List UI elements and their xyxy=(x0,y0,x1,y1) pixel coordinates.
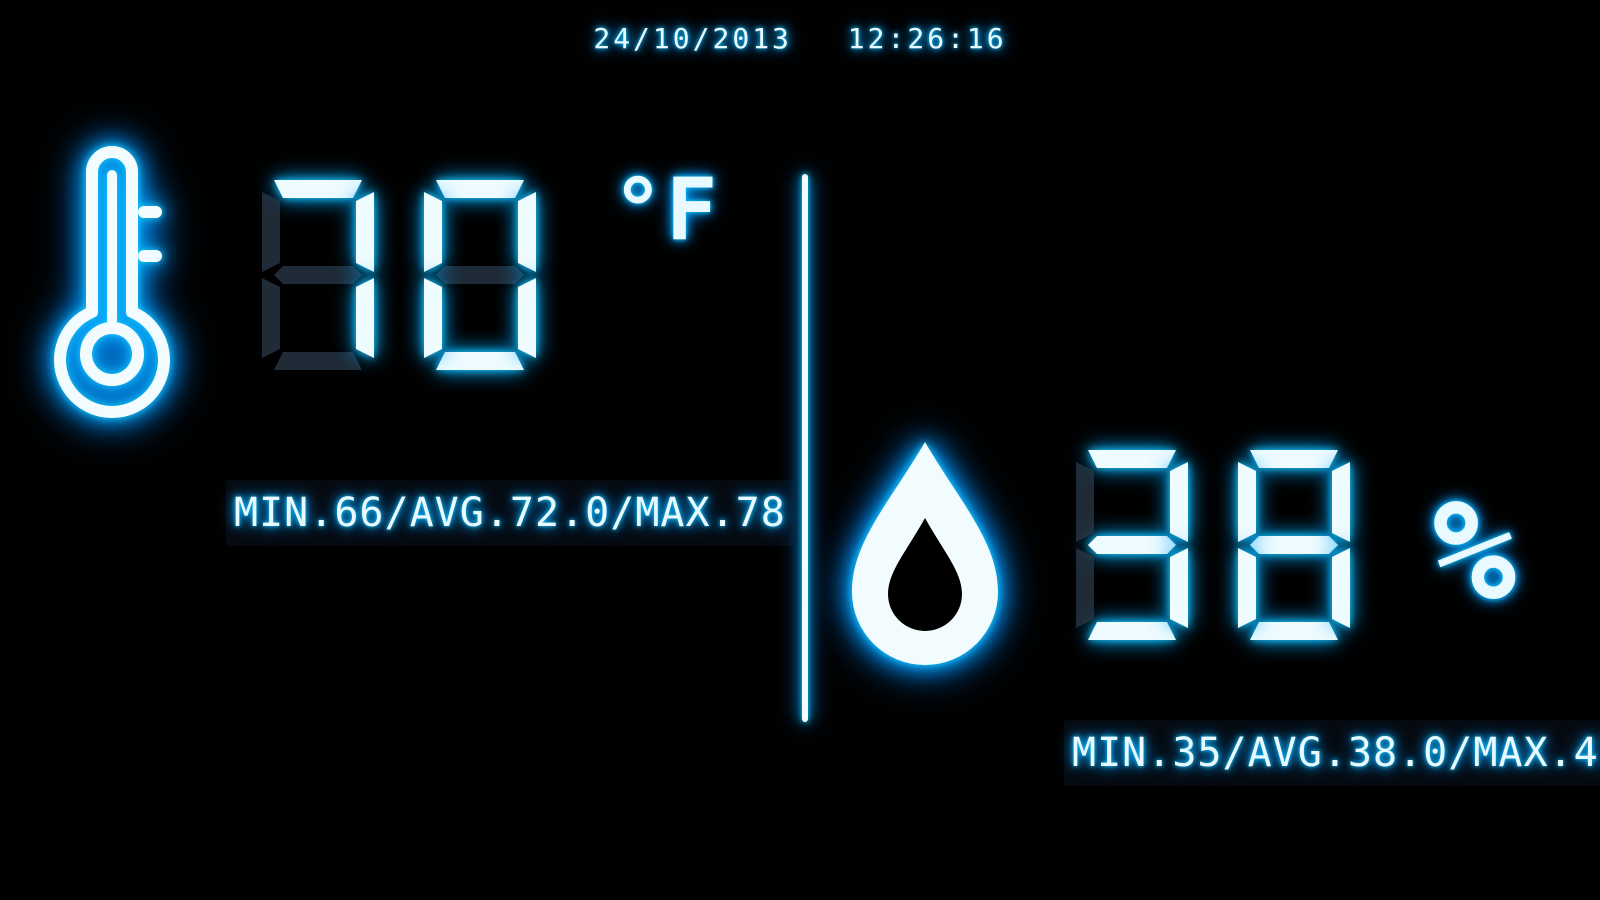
temperature-digits xyxy=(262,180,536,370)
digit-segment xyxy=(1076,548,1094,628)
digit-segment xyxy=(1088,536,1176,554)
digit-segment xyxy=(262,278,280,358)
temperature-unit: °F xyxy=(612,160,720,260)
humidity-stats: MIN.35/AVG.38.0/MAX.41 xyxy=(1064,720,1600,786)
digit-segment xyxy=(424,278,442,358)
digit-segment xyxy=(1250,450,1338,468)
digit-segment xyxy=(1332,462,1350,542)
datetime-header: 24/10/2013 12:26:16 xyxy=(0,22,1600,55)
digit-segment xyxy=(1170,462,1188,542)
digit-segment xyxy=(262,192,280,272)
digit-segment xyxy=(1238,462,1256,542)
digit-segment xyxy=(1076,462,1094,542)
digit-segment xyxy=(1332,548,1350,628)
water-drop-icon xyxy=(852,442,998,665)
digit-segment xyxy=(436,266,524,284)
humidity-unit: % xyxy=(1432,470,1517,633)
humidity-digits xyxy=(1076,450,1350,640)
digit-segment xyxy=(518,278,536,358)
digit-segment xyxy=(436,352,524,370)
digit-segment xyxy=(518,192,536,272)
digit-segment xyxy=(356,192,374,272)
digit-segment xyxy=(1250,622,1338,640)
digit-segment xyxy=(1088,622,1176,640)
digit-segment xyxy=(274,352,362,370)
digit-segment xyxy=(274,266,362,284)
time-label: 12:26:16 xyxy=(847,22,1007,55)
divider xyxy=(802,174,808,722)
digit-segment xyxy=(1170,548,1188,628)
digit-segment xyxy=(1238,548,1256,628)
digit-segment xyxy=(424,192,442,272)
date-label: 24/10/2013 xyxy=(593,22,792,55)
digit-segment xyxy=(1250,536,1338,554)
digit-segment xyxy=(356,278,374,358)
thermometer-icon xyxy=(54,146,170,418)
weather-station-display: 24/10/2013 12:26:16 °F MIN.66/AVG.72.0/M… xyxy=(0,0,1600,900)
temperature-stats: MIN.66/AVG.72.0/MAX.78 xyxy=(226,480,794,546)
digit-segment xyxy=(436,180,524,198)
digit-segment xyxy=(1088,450,1176,468)
digit-segment xyxy=(274,180,362,198)
